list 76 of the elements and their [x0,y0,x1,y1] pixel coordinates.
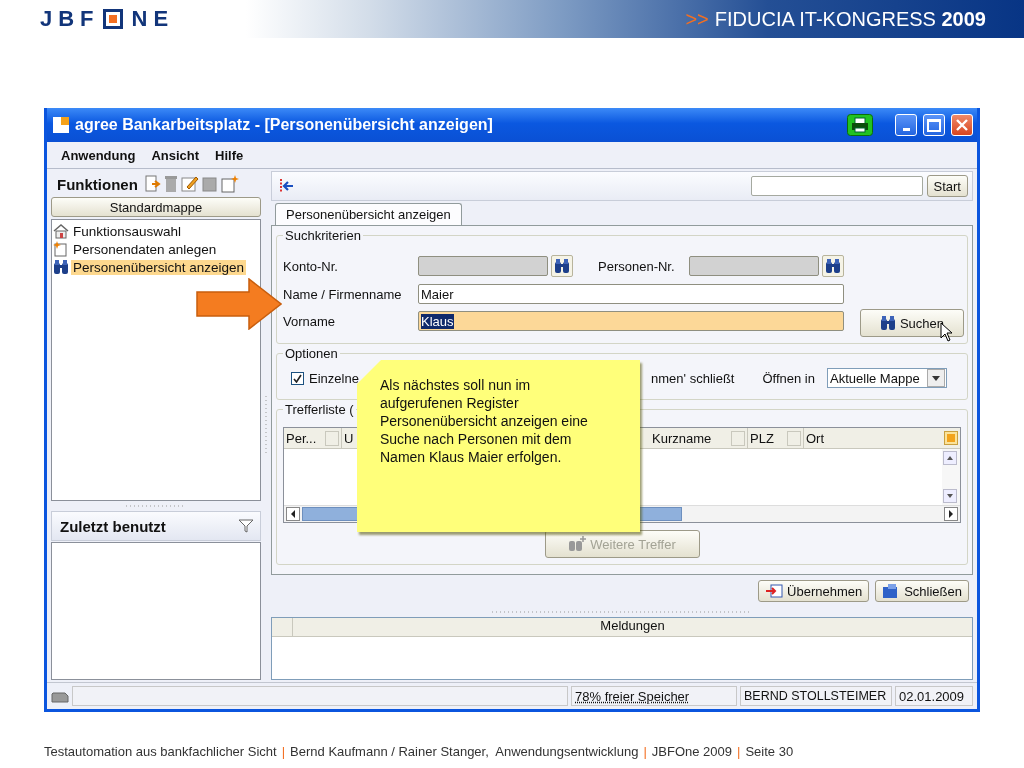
search-button[interactable]: Suchen [860,309,964,337]
field-label: Name / Firmenname [283,286,403,302]
scroll-down-icon [943,489,957,503]
trash-icon[interactable] [163,175,178,193]
input-field[interactable]: Maier [418,284,844,304]
field-label: Öffnen in [762,370,815,386]
column-header[interactable]: PLZ [748,428,804,448]
apply-button[interactable]: Übernehmen [758,580,870,602]
memory-status: 78% freier Speicher [571,686,737,706]
lookup-button[interactable] [551,255,573,277]
footer-text: Seite 30 [745,744,794,759]
footer-separator: | [737,744,741,759]
panel-title: Zuletzt benutzt [60,517,166,535]
logo-square-icon [102,9,123,29]
field-label: Vorname [283,313,337,329]
slide-title: FIDUCIA IT-KONGRESS 2009 [714,7,986,31]
binoculars-icon [825,258,841,274]
window-title: agree Bankarbeitsplatz - [Personenübersicht anzeigen] [75,116,493,134]
minimize-button[interactable] [895,114,917,136]
close-icon [956,119,968,131]
lookup-button[interactable] [822,255,844,277]
user-status: BERND STOLLSTEIMER [740,686,892,706]
quick-search-field[interactable] [750,176,923,196]
logo-text: JBF [40,6,100,32]
folder-button[interactable]: Standardmappe [51,197,261,217]
column-header[interactable]: U [342,428,360,448]
checkbox-label: Einzelne [309,370,359,386]
app-icon [53,117,69,133]
binoculars-icon [879,315,896,331]
dropdown[interactable]: Aktuelle Mappe [827,368,947,388]
menu-item[interactable]: Ansicht [143,147,208,163]
scroll-up-icon [943,451,957,465]
tab[interactable]: Personenübersicht anzeigen [275,203,462,225]
column-header[interactable]: Per... [284,428,342,448]
logo-text: NE [131,6,175,32]
filter-icon[interactable] [238,519,254,533]
footer-separator: | [281,744,286,759]
dropdown-arrow-icon [932,375,940,381]
date-status: 02.01.2009 [895,686,973,706]
house-icon [53,223,69,239]
edit-icon[interactable] [180,175,199,193]
binoculars-icon [53,259,69,275]
panel-title: Funktionen [57,175,138,193]
column-header[interactable]: Kurzname [650,428,748,448]
document-arrow-icon[interactable] [144,175,161,193]
printer-icon[interactable] [847,114,873,136]
list-item[interactable]: Funktionsauswahl [53,222,259,240]
menu-item[interactable]: Anwendung [53,147,144,163]
binoculars-plus-icon [568,536,587,552]
close-button[interactable] [951,114,973,136]
new-document-icon[interactable] [220,175,239,193]
footer-separator: | [643,744,647,759]
list-item[interactable]: Personendaten anlegen [53,240,259,258]
maximize-button[interactable] [923,114,945,136]
callout-text: Als nächstes soll nun im aufgerufenen Register Personenübersicht anzeigen eine Suche nach Personen mit dem Namen Klaus Maier erfolgen. [380,376,589,466]
vertical-scrollbar[interactable] [942,449,960,505]
group-title: Suchkriterien [284,228,362,243]
checkbox-label: nmen' schließt [651,370,735,386]
start-button[interactable]: Start [926,175,968,197]
input-field[interactable]: Klaus [418,311,844,331]
footer-text: JBFOne 2009 [651,744,733,759]
column-header[interactable]: Ort [804,428,939,448]
footer-text: Testautomation aus bankfachlicher Sicht [44,744,277,759]
field-label: Personen-Nr. [597,258,676,274]
close-button[interactable]: Schließen [875,580,969,602]
binoculars-icon [554,258,570,274]
import-icon [765,584,784,598]
title-prefix: >> [685,7,709,31]
arrow-left-icon[interactable] [278,179,294,193]
field-label: Konto-Nr. [283,258,339,274]
group-title: Optionen [284,346,339,361]
group-title: Trefferliste ( [284,402,355,417]
menu-item[interactable]: Hilfe [207,147,252,163]
check-icon [293,373,302,383]
checkbox[interactable] [291,371,304,385]
footer-text: Bernd Kaufmann / Rainer Stanger, Anwendungsentwicklung [290,744,639,759]
